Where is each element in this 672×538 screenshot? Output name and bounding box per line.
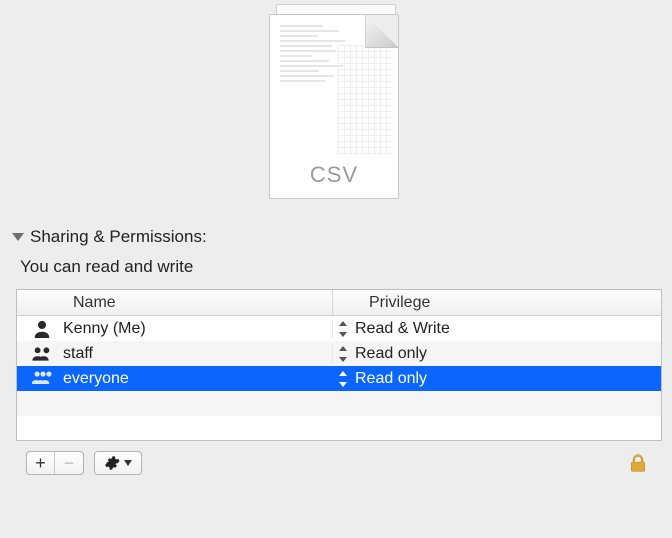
lock-icon[interactable]: [628, 452, 648, 474]
world-icon: [31, 370, 53, 388]
privilege-value: Read only: [355, 345, 427, 363]
file-type-label: CSV: [270, 162, 398, 188]
table-row: [17, 416, 661, 441]
cell-name: staff: [17, 345, 333, 363]
section-title: Sharing & Permissions:: [30, 227, 207, 247]
table-row[interactable]: everyone Read only: [17, 366, 661, 391]
sharing-permissions-section: Sharing & Permissions: You can read and …: [0, 219, 672, 487]
cell-name: Kenny (Me): [17, 320, 333, 338]
table-row[interactable]: Kenny (Me) Read & Write: [17, 316, 661, 341]
group-icon: [31, 345, 53, 363]
permissions-table: Name Privilege Kenny (Me) Read & Write sta…: [16, 289, 662, 441]
user-name: staff: [63, 345, 93, 363]
gear-icon: [104, 455, 120, 471]
action-menu-button[interactable]: [94, 451, 142, 475]
user-name: Kenny (Me): [63, 320, 146, 338]
permission-summary: You can read and write: [20, 257, 660, 277]
add-remove-segment: + −: [26, 451, 84, 475]
toolbar: + −: [12, 447, 660, 479]
remove-button: −: [55, 452, 83, 474]
stepper-icon: [337, 346, 349, 362]
file-preview-area: CSV: [0, 0, 672, 219]
stepper-icon: [337, 321, 349, 337]
add-button[interactable]: +: [27, 452, 55, 474]
file-icon: CSV: [266, 2, 406, 202]
section-disclosure[interactable]: Sharing & Permissions:: [12, 227, 660, 247]
cell-privilege[interactable]: Read & Write: [333, 320, 661, 338]
table-row: [17, 391, 661, 416]
column-header-name[interactable]: Name: [17, 290, 333, 315]
privilege-value: Read & Write: [355, 320, 450, 338]
cell-name: everyone: [17, 370, 333, 388]
stepper-icon: [337, 371, 349, 387]
disclosure-triangle-icon: [12, 233, 24, 241]
user-icon: [31, 320, 53, 338]
table-header: Name Privilege: [17, 290, 661, 316]
privilege-value: Read only: [355, 370, 427, 388]
cell-privilege[interactable]: Read only: [333, 345, 661, 363]
column-header-privilege[interactable]: Privilege: [333, 290, 661, 315]
table-row[interactable]: staff Read only: [17, 341, 661, 366]
user-name: everyone: [63, 370, 129, 388]
chevron-down-icon: [124, 460, 132, 466]
cell-privilege[interactable]: Read only: [333, 370, 661, 388]
